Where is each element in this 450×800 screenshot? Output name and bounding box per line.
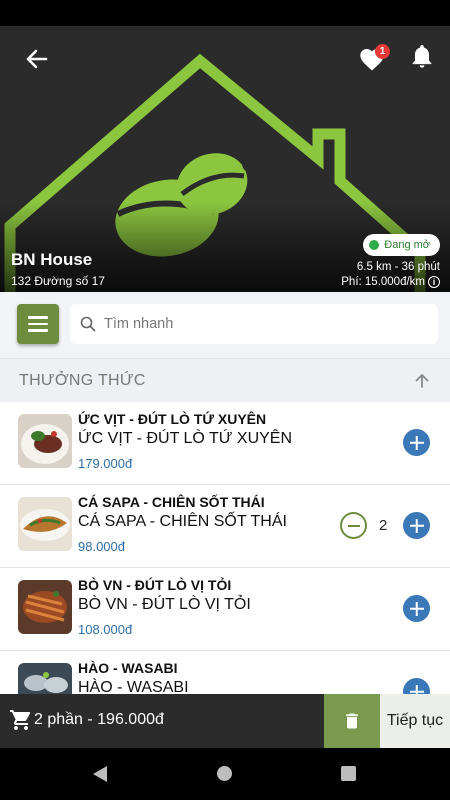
category-header[interactable]: THƯỞNG THỨC (0, 358, 450, 402)
favorites-button[interactable]: 1 (356, 42, 390, 74)
remove-item-button[interactable] (340, 512, 367, 539)
chevron-up-icon[interactable] (412, 371, 432, 391)
favorites-count-badge: 1 (375, 44, 390, 59)
add-item-button[interactable] (403, 595, 430, 622)
distance-time: 6.5 km - 36 phút (356, 261, 440, 273)
item-photo (18, 497, 72, 551)
search-input[interactable] (104, 316, 404, 332)
cart-icon[interactable] (8, 708, 34, 732)
menu-item[interactable]: ỨC VỊT - ĐÚT LÒ TỨ XUYÊN ỨC VỊT - ĐÚT LÒ… (0, 402, 450, 485)
search-icon (80, 316, 96, 332)
item-price: 108.000đ (78, 622, 133, 637)
delivery-fee-text: Phí: 15.000đ/km (341, 276, 425, 288)
notifications-button[interactable] (408, 42, 438, 72)
item-photo (18, 663, 72, 694)
item-description: BÒ VN - ĐÚT LÒ VỊ TỎI (78, 596, 251, 613)
system-nav-bar (0, 748, 450, 800)
shop-address: 132 Đường số 17 (11, 274, 105, 288)
category-title: THƯỞNG THỨC (19, 372, 146, 389)
shop-name: BN House (11, 250, 93, 269)
item-description: ỨC VỊT - ĐÚT LÒ TỨ XUYÊN (78, 430, 293, 447)
item-name: ỨC VỊT - ĐÚT LÒ TỨ XUYÊN (78, 411, 267, 427)
cart-summary[interactable]: 2 phần - 196.000đ (34, 711, 164, 729)
menu-item[interactable]: BÒ VN - ĐÚT LÒ VỊ TỎI BÒ VN - ĐÚT LÒ VỊ … (0, 568, 450, 651)
menu-icon (28, 316, 48, 319)
nav-home-icon[interactable] (217, 766, 232, 781)
add-item-button[interactable] (403, 429, 430, 456)
back-arrow-icon (26, 49, 48, 69)
item-price: 98.000đ (78, 539, 125, 554)
search-box[interactable] (70, 304, 438, 344)
bell-icon (412, 44, 432, 68)
menu-button[interactable] (17, 304, 59, 344)
item-name: BÒ VN - ĐÚT LÒ VỊ TỎI (78, 577, 232, 593)
nav-recent-apps-icon[interactable] (341, 766, 356, 781)
back-button[interactable] (22, 44, 52, 74)
menu-item[interactable]: CÁ SAPA - CHIÊN SỐT THÁI CÁ SAPA - CHIÊN… (0, 485, 450, 568)
trash-icon (346, 713, 358, 729)
item-description: CÁ SAPA - CHIÊN SỐT THÁI (78, 513, 287, 530)
info-icon[interactable]: i (428, 276, 440, 288)
menu-item-list: ỨC VỊT - ĐÚT LÒ TỨ XUYÊN ỨC VỊT - ĐÚT LÒ… (0, 402, 450, 694)
status-text: Đang mở (384, 239, 430, 251)
item-description: HÀO - WASABI (78, 679, 189, 694)
toolbar (0, 292, 450, 358)
item-quantity: 2 (379, 517, 388, 534)
item-price: 179.000đ (78, 456, 133, 471)
shop-cover: 1 BN House 132 Đường số 17 Đang mở 6.5 k… (0, 26, 450, 292)
cart-bar: 2 phần - 196.000đ Tiếp tục (0, 694, 450, 748)
continue-button[interactable]: Tiếp tục (380, 694, 450, 748)
menu-item[interactable]: HÀO - WASABI HÀO - WASABI (0, 651, 450, 694)
item-name: HÀO - WASABI (78, 660, 178, 676)
item-photo (18, 580, 72, 634)
add-item-button[interactable] (403, 678, 430, 694)
item-name: CÁ SAPA - CHIÊN SỐT THÁI (78, 494, 265, 510)
status-badge: Đang mở (363, 234, 440, 256)
item-photo (18, 414, 72, 468)
add-item-button[interactable] (403, 512, 430, 539)
clear-cart-button[interactable] (324, 694, 380, 748)
delivery-fee: Phí: 15.000đ/km i (341, 276, 440, 288)
nav-back-icon[interactable] (92, 765, 108, 783)
status-dot-icon (369, 240, 380, 250)
status-bar (0, 0, 450, 26)
